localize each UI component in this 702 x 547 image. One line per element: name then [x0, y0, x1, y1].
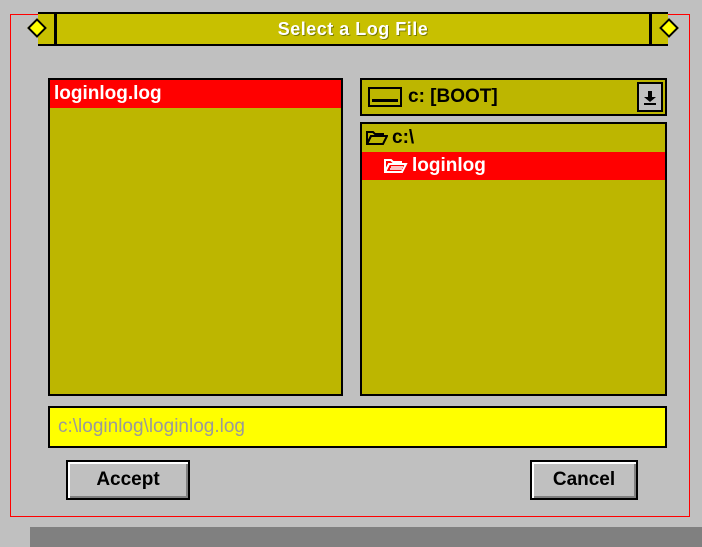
- down-arrow-icon: [644, 91, 656, 105]
- accept-button[interactable]: Accept: [66, 460, 190, 500]
- drive-select-value: c: [BOOT]: [408, 86, 498, 107]
- file-path-field[interactable]: c:\loginlog\loginlog.log: [48, 406, 667, 448]
- window-bottom-edge: [30, 527, 702, 547]
- drive-select[interactable]: c: [BOOT]: [360, 78, 667, 116]
- directory-list[interactable]: c:\ loginlog: [360, 122, 667, 396]
- file-list-item-label: loginlog.log: [54, 83, 162, 104]
- drive-icon: [368, 87, 402, 107]
- directory-item-label: loginlog: [412, 155, 486, 176]
- file-list[interactable]: loginlog.log: [48, 78, 343, 396]
- open-folder-icon: [384, 158, 408, 173]
- directory-item[interactable]: c:\: [362, 124, 665, 152]
- drive-dropdown-button[interactable]: [637, 82, 663, 112]
- directory-item-label: c:\: [392, 127, 415, 148]
- cancel-button[interactable]: Cancel: [530, 460, 638, 500]
- title-bar-left-end: [54, 12, 57, 46]
- directory-item[interactable]: loginlog: [362, 152, 665, 180]
- dialog-title: Select a Log File: [277, 18, 429, 39]
- title-bar-right-end: [649, 12, 652, 46]
- open-folder-icon: [366, 130, 388, 145]
- file-list-item[interactable]: loginlog.log: [50, 80, 341, 108]
- title-bar: Select a Log File: [27, 12, 679, 46]
